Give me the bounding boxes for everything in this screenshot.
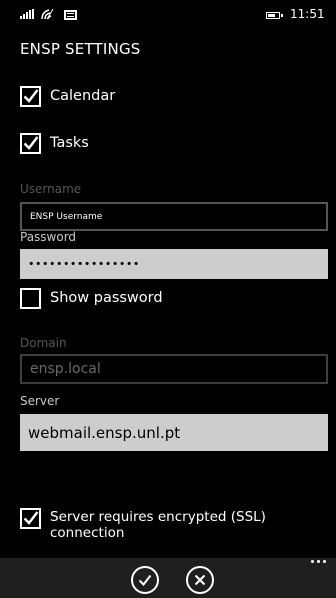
wifi-icon — [41, 8, 54, 20]
check-icon — [138, 574, 152, 587]
tasks-label: Tasks — [50, 135, 89, 151]
status-time: 11:51 — [290, 7, 325, 21]
more-icon[interactable] — [311, 560, 326, 563]
tasks-checkbox-row[interactable]: Tasks — [20, 133, 89, 154]
calendar-label: Calendar — [50, 88, 116, 104]
battery-icon — [266, 12, 280, 19]
server-value: webmail.ensp.unl.pt — [28, 423, 181, 442]
domain-value: ensp.local — [30, 361, 101, 377]
ssl-checkbox[interactable] — [20, 508, 41, 529]
server-label: Server — [20, 394, 60, 408]
save-button[interactable] — [131, 566, 159, 594]
username-value: ENSP Username — [30, 211, 103, 222]
calendar-checkbox[interactable] — [20, 86, 41, 107]
server-field[interactable]: webmail.ensp.unl.pt — [20, 414, 328, 451]
username-field[interactable]: ENSP Username — [20, 202, 328, 231]
show-password-row[interactable]: Show password — [20, 288, 163, 309]
cancel-button[interactable] — [186, 566, 214, 594]
show-password-checkbox[interactable] — [20, 288, 41, 309]
message-icon — [64, 10, 77, 20]
close-icon — [194, 574, 206, 586]
ssl-checkbox-row[interactable]: Server requires encrypted (SSL) connecti… — [20, 508, 266, 541]
password-value: •••••••••••••••• — [28, 257, 140, 271]
checkmark-icon — [23, 136, 39, 150]
domain-label: Domain — [20, 336, 67, 350]
password-label: Password — [20, 230, 77, 244]
domain-field: ensp.local — [20, 354, 328, 384]
calendar-checkbox-row[interactable]: Calendar — [20, 86, 115, 107]
checkmark-icon — [23, 89, 39, 103]
app-bar — [0, 558, 336, 598]
checkmark-icon — [23, 511, 39, 525]
username-label: Username — [20, 182, 82, 196]
show-password-label: Show password — [50, 290, 163, 306]
status-bar: 11:51 — [0, 0, 336, 28]
ssl-label: Server requires encrypted (SSL) connecti… — [50, 509, 266, 541]
tasks-checkbox[interactable] — [20, 133, 41, 154]
signal-icon — [20, 9, 36, 19]
password-field[interactable]: •••••••••••••••• — [20, 249, 328, 279]
page-title: ENSP SETTINGS — [20, 40, 141, 58]
